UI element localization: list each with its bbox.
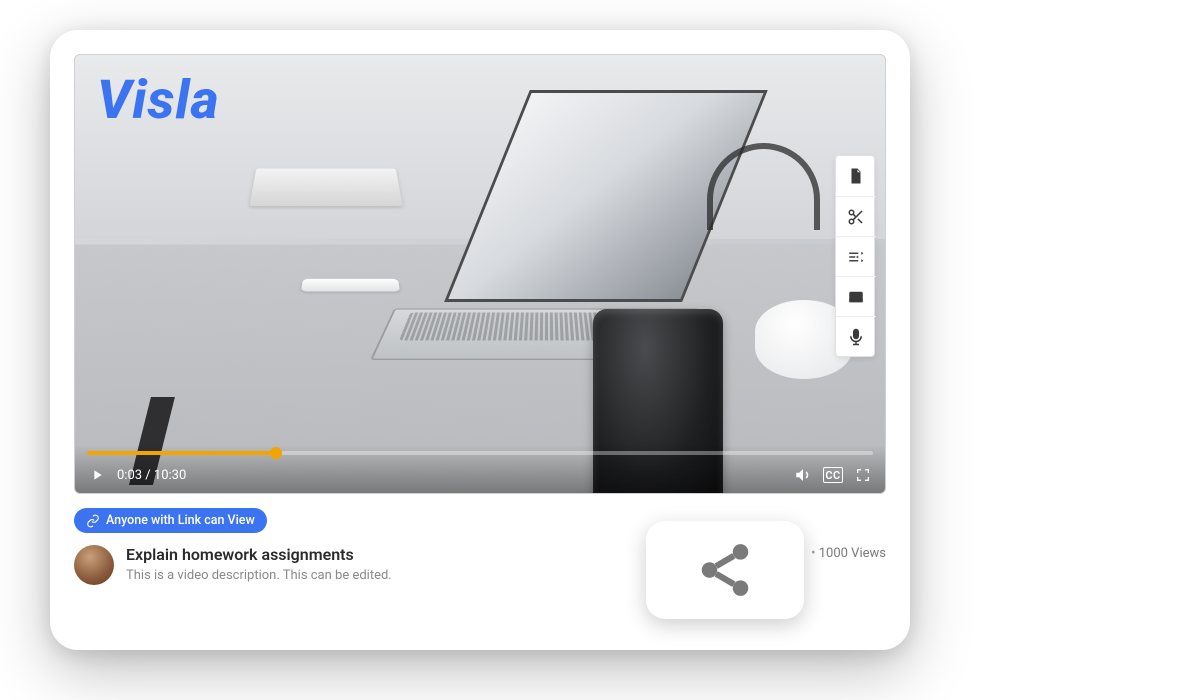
progress-played xyxy=(87,451,276,455)
caption-bar-icon[interactable] xyxy=(836,276,876,316)
editor-tool-rail xyxy=(835,155,875,357)
progress-bar[interactable] xyxy=(87,451,873,455)
brand-logo: Visla xyxy=(97,69,220,132)
duration: 10:30 xyxy=(154,468,186,483)
share-visibility-label: Anyone with Link can View xyxy=(106,513,255,528)
time-display: 0:03 / 10:30 xyxy=(117,468,186,483)
adjust-icon[interactable] xyxy=(836,236,876,276)
player-controls: 0:03 / 10:30 CC xyxy=(75,445,885,493)
avatar[interactable] xyxy=(74,545,114,585)
fullscreen-button[interactable] xyxy=(853,465,873,485)
current-time: 0:03 xyxy=(117,468,142,483)
link-icon xyxy=(86,514,100,528)
view-count: 1000 Views xyxy=(811,546,886,561)
microphone-icon[interactable] xyxy=(836,316,876,356)
share-visibility-pill[interactable]: Anyone with Link can View xyxy=(74,508,267,533)
video-player[interactable]: Visla xyxy=(74,54,886,494)
video-card: Visla xyxy=(50,30,910,650)
play-button[interactable] xyxy=(87,465,107,485)
scissors-icon[interactable] xyxy=(836,196,876,236)
share-callout[interactable] xyxy=(645,520,805,620)
volume-button[interactable] xyxy=(793,465,813,485)
document-icon[interactable] xyxy=(836,156,876,196)
cc-button[interactable]: CC xyxy=(823,467,843,483)
progress-handle[interactable] xyxy=(270,447,282,459)
share-icon xyxy=(694,539,756,601)
